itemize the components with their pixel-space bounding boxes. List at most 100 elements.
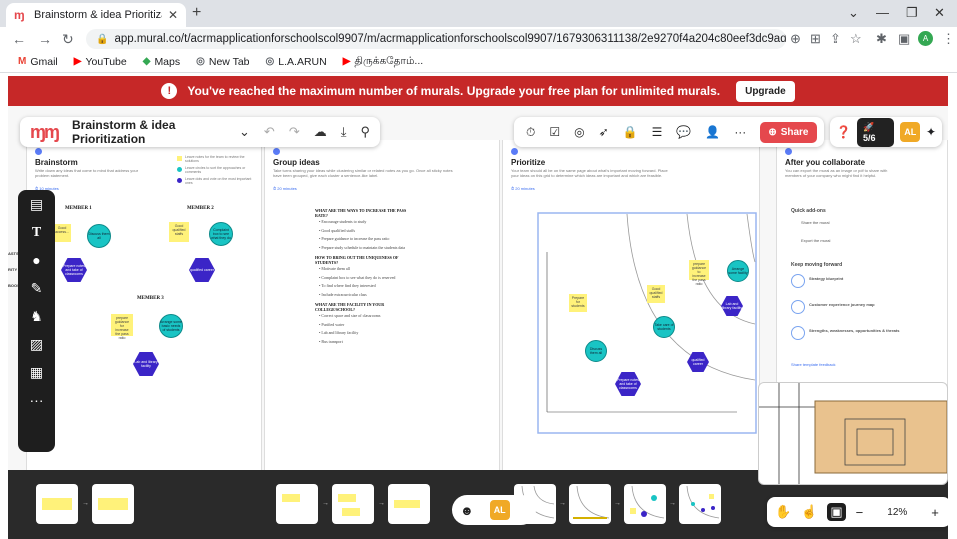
- group-item[interactable]: • Prepare guidance to increase the pass …: [319, 236, 419, 241]
- group-item[interactable]: • Purified water: [319, 322, 419, 327]
- group-item[interactable]: • Good qualified staffs: [319, 228, 419, 233]
- zoom-in-button[interactable]: +: [931, 505, 939, 520]
- minimap-toggle-icon[interactable]: ▣: [827, 503, 846, 521]
- group-heading[interactable]: WHAT ARE THE FACILITY IN YOUR COLLEGE/SC…: [315, 302, 415, 312]
- tab-close-icon[interactable]: ✕: [168, 8, 178, 22]
- bookmark-laarun[interactable]: ◎ L.A.ARUN: [266, 56, 327, 68]
- sticky-note[interactable]: Prepare for students: [569, 294, 587, 312]
- emoji-reaction-icon[interactable]: ☻: [460, 503, 474, 518]
- timer-link[interactable]: ⏱ 20 minutes: [511, 186, 535, 191]
- hand-pan-icon[interactable]: ✋: [775, 504, 791, 520]
- circle-shape[interactable]: Arrange some facility: [727, 260, 749, 282]
- timer-icon[interactable]: ⏱: [526, 125, 535, 140]
- sticky-note[interactable]: Good access...: [53, 224, 71, 242]
- group-item[interactable]: • To find where find they interested: [319, 283, 419, 288]
- bookmark-youtube[interactable]: ▶ YouTube: [74, 56, 127, 68]
- minimap[interactable]: [758, 382, 948, 485]
- group-heading[interactable]: WHAT ARE THE WAYS TO INCREASE THE PASS R…: [315, 208, 415, 218]
- mural-logo-icon[interactable]: ɱɱ: [30, 122, 60, 143]
- group-item[interactable]: • Correct space and size of classrooms: [319, 313, 419, 318]
- collaborators-icon[interactable]: 👤: [705, 125, 720, 139]
- sticky-note-icon[interactable]: ▤: [25, 196, 49, 213]
- bookmark-maps[interactable]: ◆ Maps: [143, 56, 180, 68]
- circle-shape[interactable]: Take care of students: [653, 316, 675, 338]
- outline-thumbnail[interactable]: [332, 484, 374, 524]
- redo-icon[interactable]: ↷: [289, 124, 300, 140]
- sparkle-icon[interactable]: ✦: [926, 125, 936, 139]
- browser-menu-icon[interactable]: ⋮: [942, 31, 955, 47]
- frame-group-ideas[interactable]: Group ideas Take turns sharing your idea…: [264, 140, 500, 470]
- text-icon[interactable]: T: [25, 224, 49, 241]
- quick-add-item[interactable]: Export the mural: [801, 238, 830, 243]
- group-item[interactable]: • Encourage students to study: [319, 219, 419, 224]
- mural-canvas[interactable]: ASTS RITY BOOS Brainstorm Write down any…: [8, 106, 948, 539]
- circle-shape[interactable]: Discuss them all: [585, 340, 607, 362]
- close-window-icon[interactable]: ✕: [934, 5, 945, 21]
- bookmark-star-icon[interactable]: ☆: [850, 31, 862, 47]
- outline-thumbnail[interactable]: [276, 484, 318, 524]
- group-item[interactable]: • Prepare study schedule to maintain the…: [319, 245, 419, 250]
- zoom-level[interactable]: 12%: [887, 507, 907, 518]
- search-icon[interactable]: ⚲: [360, 124, 370, 140]
- quick-add-item[interactable]: Share the mural: [801, 220, 829, 225]
- template-item[interactable]: Customer experience journey map: [809, 302, 875, 307]
- user-avatar[interactable]: AL: [900, 122, 920, 142]
- help-icon[interactable]: ❓: [836, 125, 851, 139]
- new-tab-button[interactable]: +: [192, 4, 201, 22]
- outline-thumbnail[interactable]: [679, 484, 721, 524]
- circle-shape[interactable]: Arrange some basic needs of students: [159, 314, 183, 338]
- side-panel-icon[interactable]: ▣: [898, 31, 910, 47]
- comments-icon[interactable]: 💬: [676, 125, 691, 139]
- sticky-note[interactable]: prepare guidance for increase the pass r…: [111, 314, 133, 340]
- summon-icon[interactable]: ➶: [599, 125, 609, 139]
- sticky-note[interactable]: Good qualified staffs: [169, 222, 189, 242]
- undo-icon[interactable]: ↶: [264, 124, 275, 140]
- group-item[interactable]: • Lab and library facility: [319, 330, 419, 335]
- share-page-icon[interactable]: ⇪: [830, 31, 841, 47]
- restore-icon[interactable]: ❐: [906, 5, 918, 21]
- group-item[interactable]: • Motivate them all: [319, 266, 419, 271]
- cloud-icon[interactable]: ☁: [314, 124, 327, 140]
- chevron-down-icon[interactable]: ⌄: [848, 5, 859, 21]
- sticky-note[interactable]: prepare guidance to increase the pass ra…: [689, 260, 709, 286]
- chevron-down-icon[interactable]: ⌄: [239, 124, 250, 140]
- group-item[interactable]: • Bus transport: [319, 339, 419, 344]
- outline-thumbnail[interactable]: [388, 484, 430, 524]
- private-mode-icon[interactable]: ◎: [574, 125, 584, 139]
- zoom-out-button[interactable]: −: [856, 505, 864, 520]
- more-icon[interactable]: ···: [734, 125, 746, 139]
- mural-icon-library[interactable]: ♞: [25, 308, 49, 325]
- translate-icon[interactable]: ⊞: [810, 31, 821, 47]
- mural-title[interactable]: Brainstorm & idea Prioritization: [72, 118, 225, 146]
- template-item[interactable]: Strengths, weaknesses, opportunities & t…: [809, 328, 909, 333]
- outline-thumbnail[interactable]: [92, 484, 134, 524]
- timer-link[interactable]: ⏱ 20 minutes: [273, 186, 297, 191]
- profile-avatar[interactable]: A: [918, 31, 933, 46]
- hexagon-shape[interactable]: Prepare notes and take of classrooms: [61, 258, 87, 282]
- lock-icon[interactable]: 🔒: [623, 125, 638, 139]
- templates-icon[interactable]: ▦: [25, 364, 49, 381]
- circle-shape[interactable]: Discuss them all: [87, 224, 111, 248]
- group-item[interactable]: • Include extracurricular class: [319, 292, 419, 297]
- hexagon-shape[interactable]: qualified career: [189, 258, 215, 282]
- more-tools-icon[interactable]: ···: [25, 392, 49, 409]
- share-button[interactable]: ⊕ Share: [760, 121, 817, 143]
- outline-thumbnail[interactable]: [36, 484, 78, 524]
- bookmark-newtab[interactable]: ◎ New Tab: [196, 56, 249, 68]
- address-bar[interactable]: 🔒 app.mural.co/t/acrmapplicationforschoo…: [86, 29, 786, 49]
- upgrade-button[interactable]: Upgrade: [736, 80, 795, 102]
- group-item[interactable]: • Complaint box to see what they do is r…: [319, 275, 419, 280]
- select-hand-icon[interactable]: ☝: [801, 504, 817, 520]
- back-icon[interactable]: ←: [12, 31, 26, 47]
- reload-icon[interactable]: ↻: [62, 31, 74, 48]
- pen-icon[interactable]: ✎: [25, 280, 49, 297]
- voting-icon[interactable]: ☑: [549, 125, 560, 139]
- bookmark-tamil[interactable]: ▶ திருக்கதோம்...: [343, 55, 423, 68]
- frame-brainstorm[interactable]: Brainstorm Write down any ideas that com…: [26, 140, 262, 470]
- frame-prioritize[interactable]: Prioritize Your team should all be on th…: [502, 140, 760, 470]
- download-icon[interactable]: ⤓: [341, 124, 347, 140]
- circle-shape[interactable]: Complaint box to see what they do: [209, 222, 233, 246]
- bookmark-gmail[interactable]: M Gmail: [18, 56, 58, 68]
- outline-thumbnail[interactable]: [569, 484, 611, 524]
- sticky-note[interactable]: Good qualified staffs: [647, 285, 665, 303]
